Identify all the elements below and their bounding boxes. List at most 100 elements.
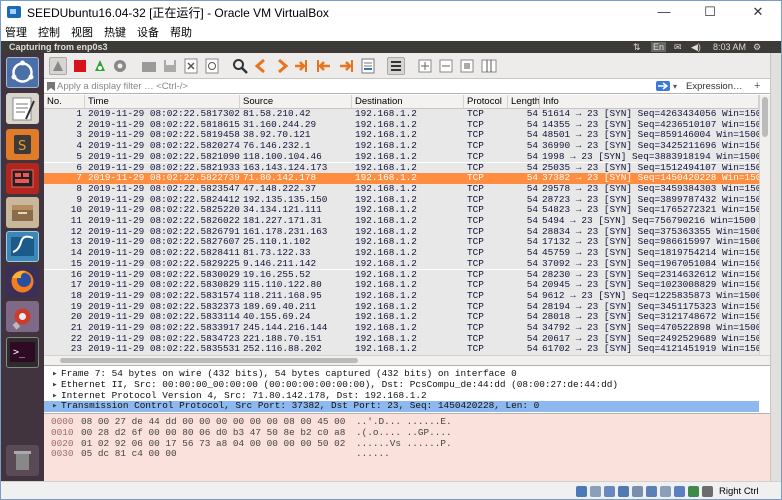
expand-arrow-icon[interactable]: ▸ <box>52 379 61 391</box>
clock[interactable]: 8:03 AM <box>713 41 746 53</box>
scrollbar-thumb[interactable] <box>762 97 768 137</box>
autoscroll-icon[interactable] <box>359 57 377 75</box>
shared-folders-status-icon[interactable] <box>646 486 657 497</box>
detail-tree-item[interactable]: ▸ Transmission Control Protocol, Src Port… <box>44 400 759 413</box>
menu-devices[interactable]: 设备 <box>137 24 159 40</box>
display-filter-input[interactable]: Apply a display filter … <Ctrl-/> <box>57 79 188 94</box>
mouse-integration-icon[interactable] <box>702 486 713 497</box>
save-file-icon[interactable] <box>161 57 179 75</box>
maximize-button[interactable]: ☐ <box>687 1 733 23</box>
ubuntu-dash-icon[interactable] <box>6 57 39 88</box>
column-header-no[interactable]: No. <box>44 95 85 109</box>
menu-help[interactable]: 帮助 <box>170 24 192 40</box>
mail-icon[interactable]: ✉ <box>674 41 682 53</box>
sublime-text-icon[interactable]: S <box>6 129 39 160</box>
bytes-offset[interactable]: 0030 <box>51 449 74 460</box>
filter-dropdown-icon[interactable]: ▾ <box>673 79 677 94</box>
firefox-icon[interactable] <box>6 266 39 297</box>
column-header-destination[interactable]: Destination <box>352 95 464 109</box>
hard-disk-status-icon[interactable] <box>576 486 587 497</box>
expand-arrow-icon[interactable]: ▸ <box>52 401 61 412</box>
go-forward-icon[interactable] <box>273 57 291 75</box>
apply-filter-arrow-icon[interactable] <box>656 81 670 91</box>
packet-row[interactable]: 4 2019-11-29 08:02:22.5820274… 76.146.232.… <box>44 141 759 152</box>
file-manager-icon[interactable] <box>6 197 39 228</box>
bytes-hex[interactable]: 00 28 d2 6f 00 00 80 06 d0 b3 47 50 8e b… <box>81 427 345 439</box>
packet-row[interactable]: 8 2019-11-29 08:02:22.5823547… 47.148.222.… <box>44 183 759 195</box>
display-status-icon[interactable] <box>660 486 671 497</box>
video-capture-status-icon[interactable] <box>674 486 685 497</box>
start-capture-icon[interactable] <box>49 57 67 75</box>
go-to-packet-icon[interactable] <box>293 57 311 75</box>
usb-status-icon[interactable] <box>632 486 643 497</box>
packet-row[interactable]: 3 2019-11-29 08:02:22.5819458… 38.92.70.12… <box>44 130 759 142</box>
find-packet-icon[interactable] <box>231 57 249 75</box>
right-scroll-strip[interactable] <box>770 53 781 481</box>
menu-manage[interactable]: 管理 <box>5 24 27 40</box>
packet-row[interactable]: 10 2019-11-29 08:02:22.5825220… 34.134.121… <box>44 205 759 216</box>
go-last-packet-icon[interactable] <box>337 57 355 75</box>
audio-status-icon[interactable] <box>604 486 615 497</box>
packet-row-selected[interactable]: 7 2019-11-29 08:02:22.5822739… 71.80.142.1… <box>44 173 759 184</box>
packet-row[interactable]: 21 2019-11-29 08:02:22.5833917… 245.144.21… <box>44 323 759 334</box>
packet-row[interactable]: 11 2019-11-29 08:02:22.5826022… 181.227.17… <box>44 216 759 227</box>
colorize-icon[interactable] <box>387 57 405 75</box>
zoom-in-icon[interactable] <box>416 57 434 75</box>
bytes-hex[interactable]: 05 dc 81 c4 00 00 <box>81 449 177 460</box>
packet-list-horizontal-scrollbar[interactable] <box>44 355 770 365</box>
column-header-source[interactable]: Source <box>240 95 352 109</box>
terminal-red-icon[interactable] <box>6 163 39 194</box>
expression-button[interactable]: Expression… <box>686 79 743 94</box>
packet-row[interactable]: 2 2019-11-29 08:02:22.5818615… 31.160.244.… <box>44 119 759 131</box>
go-first-packet-icon[interactable] <box>315 57 333 75</box>
wireshark-icon[interactable] <box>6 231 39 262</box>
text-editor-icon[interactable] <box>6 93 39 124</box>
close-button[interactable]: ✕ <box>735 1 781 23</box>
resize-columns-icon[interactable] <box>480 57 498 75</box>
column-header-info[interactable]: Info <box>540 95 759 109</box>
column-header-protocol[interactable]: Protocol <box>464 95 508 109</box>
packet-row[interactable]: 16 2019-11-29 08:02:22.5830029… 19.16.255.… <box>44 269 759 281</box>
packet-row[interactable]: 6 2019-11-29 08:02:22.5821933… 163.143.124… <box>44 162 759 174</box>
stop-capture-icon[interactable] <box>71 57 89 75</box>
packet-row[interactable]: 12 2019-11-29 08:02:22.5826791… 161.178.23… <box>44 226 759 238</box>
close-file-icon[interactable] <box>182 57 200 75</box>
system-settings-icon[interactable] <box>6 301 39 332</box>
open-file-icon[interactable] <box>140 57 158 75</box>
packet-row[interactable]: 18 2019-11-29 08:02:22.5831574… 118.211.16… <box>44 290 759 302</box>
reload-file-icon[interactable] <box>203 57 221 75</box>
add-filter-button[interactable]: + <box>754 79 760 94</box>
packet-row[interactable]: 1 2019-11-29 08:02:22.5817302… 81.58.210.4… <box>44 109 759 120</box>
packet-row[interactable]: 17 2019-11-29 08:02:22.5830829… 115.110.12… <box>44 280 759 291</box>
trash-icon[interactable] <box>6 445 39 476</box>
column-header-length[interactable]: Length <box>508 95 540 109</box>
minimize-button[interactable]: — <box>641 1 687 23</box>
packet-row[interactable]: 22 2019-11-29 08:02:22.5834723… 221.188.70… <box>44 333 759 345</box>
packet-row[interactable]: 15 2019-11-29 08:02:22.5829225… 9.146.211.… <box>44 258 759 270</box>
bytes-ascii[interactable]: .(.o.... ..GP.... <box>356 427 452 439</box>
bytes-offset[interactable]: 0010 <box>51 427 74 439</box>
terminal-icon[interactable]: >_ <box>6 337 39 368</box>
restart-capture-icon[interactable] <box>91 57 109 75</box>
packet-row[interactable]: 20 2019-11-29 08:02:22.5833114… 40.155.69.… <box>44 312 759 323</box>
network-status-icon[interactable] <box>618 486 629 497</box>
capture-options-icon[interactable] <box>111 57 129 75</box>
packet-list-vertical-scrollbar[interactable] <box>759 95 770 355</box>
zoom-out-icon[interactable] <box>437 57 455 75</box>
packet-row[interactable]: 23 2019-11-29 08:02:22.5835531… 252.116.88… <box>44 344 759 355</box>
normal-size-icon[interactable] <box>458 57 476 75</box>
bookmark-icon[interactable] <box>47 82 55 91</box>
optical-drive-status-icon[interactable] <box>590 486 601 497</box>
column-header-time[interactable]: Time <box>85 95 240 109</box>
menu-view[interactable]: 视图 <box>71 24 93 40</box>
packet-row[interactable]: 14 2019-11-29 08:02:22.5828411… 81.73.122.… <box>44 248 759 259</box>
gear-icon[interactable]: ⚙ <box>753 41 761 53</box>
network-icon[interactable]: ⇅ <box>633 41 641 53</box>
keyboard-indicator[interactable]: En <box>651 42 667 52</box>
horizontal-scrollbar-thumb[interactable] <box>60 358 358 363</box>
packet-row[interactable]: 5 2019-11-29 08:02:22.5821090… 118.100.104… <box>44 151 759 163</box>
menu-control[interactable]: 控制 <box>38 24 60 40</box>
cpu-status-icon[interactable] <box>688 486 699 497</box>
menu-hotkey[interactable]: 热键 <box>104 24 126 40</box>
go-back-icon[interactable] <box>252 57 270 75</box>
